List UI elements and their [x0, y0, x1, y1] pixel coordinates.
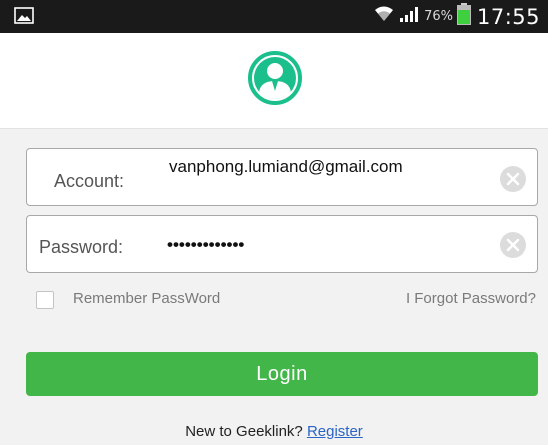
- user-avatar-logo-icon: [248, 51, 302, 110]
- gallery-notification-icon: [14, 7, 34, 29]
- clear-icon: [506, 172, 520, 186]
- register-prompt: New to Geeklink? Register: [0, 423, 548, 440]
- battery-icon: [456, 3, 471, 30]
- clock: 17:55: [476, 4, 540, 29]
- account-label: Account:: [54, 171, 125, 191]
- battery-percent: 76%: [424, 9, 453, 24]
- signal-icon: [398, 5, 420, 28]
- login-button[interactable]: Login: [26, 352, 538, 396]
- register-prompt-text: New to Geeklink?: [185, 423, 303, 440]
- clear-icon: [506, 238, 520, 252]
- clear-password-button[interactable]: [500, 232, 526, 258]
- account-field[interactable]: Account: vanphong.lumiand@gmail.com: [26, 148, 538, 206]
- login-form: Account: vanphong.lumiand@gmail.com Pass…: [0, 129, 548, 445]
- clear-account-button[interactable]: [500, 166, 526, 192]
- remember-password-checkbox[interactable]: [36, 291, 54, 309]
- password-label: Password:: [39, 237, 124, 257]
- forgot-password-link[interactable]: I Forgot Password?: [406, 290, 536, 307]
- password-field[interactable]: Password: •••••••••••••: [26, 215, 538, 273]
- password-input[interactable]: •••••••••••••: [167, 236, 244, 254]
- status-bar: 76% 17:55: [0, 0, 548, 33]
- app-header: [0, 33, 548, 129]
- account-input[interactable]: vanphong.lumiand@gmail.com: [169, 158, 489, 176]
- login-screen: 76% 17:55 Account: vanphong.lumiand@gmai…: [0, 0, 548, 445]
- wifi-icon: [374, 5, 394, 28]
- register-link[interactable]: Register: [307, 423, 363, 440]
- status-icons: 76% 17:55: [374, 0, 540, 33]
- remember-password-label[interactable]: Remember PassWord: [73, 290, 220, 307]
